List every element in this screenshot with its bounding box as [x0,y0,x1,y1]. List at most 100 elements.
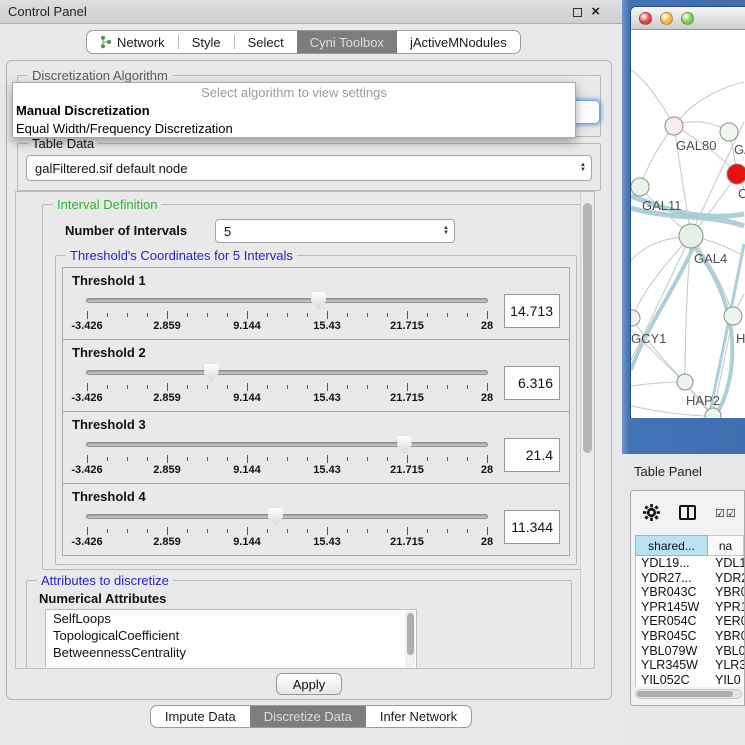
threshold-2-value[interactable]: 6.316 [504,366,560,400]
tab-style[interactable]: Style [179,31,234,53]
attributes-list-scrollbar[interactable] [405,611,415,669]
threshold-4-label: Threshold 4 [63,484,569,504]
tab-label: jActiveMNodules [410,35,507,50]
slider-ticks [87,455,487,463]
attributes-group: Attributes to discretize Numerical Attri… [26,580,572,669]
gear-icon[interactable] [643,504,660,526]
slider-tick-labels: -3.4262.8599.14415.4321.71528 [87,320,487,332]
cell-shared-name: YPR145W [636,600,709,615]
cell-name: YDR2 [709,571,744,586]
slider-ticks [87,527,487,535]
close-panel-icon[interactable]: × [591,7,600,17]
split-columns-icon[interactable] [679,505,696,520]
thresholds-group-title: Threshold's Coordinates for 5 Intervals [66,248,297,263]
threshold-3-value[interactable]: 21.4 [504,438,560,472]
cell-name: YLR3 [709,658,744,673]
cell-shared-name: YER054C [636,614,709,629]
network-canvas[interactable]: GAL80GAGAL11CGAL4GCY1HHAP2 [631,30,745,418]
table-row[interactable]: YDL19...YDL1 [636,556,744,571]
table-row[interactable]: YPR145WYPR1 [636,600,744,615]
combo-arrows-icon: ▲▼ [580,156,586,180]
network-node-gal80[interactable] [665,117,683,135]
network-node-c[interactable] [727,164,745,184]
attribute-item-betweennesscentrality[interactable]: BetweennessCentrality [46,644,416,661]
slider-thumb[interactable] [311,292,326,310]
right-panel: GAL80GAGAL11CGAL4GCY1HHAP2 Table Panel [622,0,745,745]
slider-track[interactable] [86,370,488,375]
slider-thumb[interactable] [204,364,219,382]
network-node-hap2[interactable] [677,374,693,390]
float-window-icon[interactable] [573,8,582,17]
checkbox-columns-icon[interactable]: ☑☑ [715,507,737,520]
network-window: GAL80GAGAL11CGAL4GCY1HHAP2 [630,6,745,418]
tab-select[interactable]: Select [235,31,297,53]
threshold-1-value[interactable]: 14.713 [504,294,560,328]
threshold-3-slider[interactable]: -3.4262.8599.14415.4321.71528 [86,433,488,477]
table-row[interactable]: YBR045CYBR0 [636,629,744,644]
tab-infer-network[interactable]: Infer Network [366,706,471,727]
number-of-intervals-value: 5 [224,224,231,239]
threshold-2-box: Threshold 2-3.4262.8599.14415.4321.71528… [62,339,570,412]
table-data-select[interactable]: galFiltered.sif default node ▲▼ [26,155,592,181]
table-data-select-value: galFiltered.sif default node [35,161,187,176]
table-row[interactable]: YBL079WYBL0 [636,644,744,659]
network-node-label: GA [734,142,745,157]
network-node-h[interactable] [724,307,742,325]
slider-thumb[interactable] [397,436,412,454]
network-node-gal11[interactable] [631,178,649,196]
minimize-traffic-light[interactable] [660,12,673,25]
tab-cyni-toolbox[interactable]: Cyni Toolbox [297,31,397,53]
settings-vertical-scrollbar[interactable] [580,193,593,667]
algorithm-option-manual-discretization[interactable]: Manual Discretization [13,102,575,120]
table-row[interactable]: YLR345WYLR3 [636,658,744,673]
threshold-4-value[interactable]: 11.344 [504,510,560,544]
tab-label: Select [248,35,284,50]
slider-tick-labels: -3.4262.8599.14415.4321.71528 [87,392,487,404]
column-header-na[interactable]: na [708,535,744,556]
bottom-tabbar-wrap: Impute DataDiscretize DataInfer Network [0,705,622,728]
network-node-label: H [736,331,745,346]
slider-thumb[interactable] [268,508,283,526]
threshold-2-slider[interactable]: -3.4262.8599.14415.4321.71528 [86,361,488,405]
attribute-item-topologicalcoefficient[interactable]: TopologicalCoefficient [46,627,416,644]
network-node-gal4[interactable] [679,224,703,248]
tab-jactivemnodules[interactable]: jActiveMNodules [397,31,520,53]
table-horizontal-scrollbar[interactable] [635,689,742,699]
settings-scroll-region: Interval Definition Number of Intervals … [15,191,595,669]
network-edge [631,70,674,126]
cell-shared-name: YIL052C [636,673,709,688]
network-window-titlebar[interactable] [631,7,745,30]
control-panel: Control Panel × NetworkStyle Select Cyni T… [0,0,622,745]
slider-track[interactable] [86,442,488,447]
control-panel-title: Control Panel [8,4,87,19]
tab-discretize-data[interactable]: Discretize Data [250,706,366,727]
table-row[interactable]: YIL052CYIL0 [636,673,744,688]
table-panel-title: Table Panel [634,464,702,479]
tab-network[interactable]: Network [87,31,178,53]
control-panel-titlebar: Control Panel × [0,0,622,24]
table-row[interactable]: YER054CYER0 [636,614,744,629]
node-table: shared...na YDL19...YDL1YDR27...YDR2YBR0… [635,535,744,687]
zoom-traffic-light[interactable] [681,12,694,25]
combo-arrows-icon: ▲▼ [443,220,449,242]
cell-shared-name: YBL079W [636,644,709,659]
attribute-item-selfloops[interactable]: SelfLoops [46,610,416,627]
network-node-label: GCY1 [631,331,666,346]
threshold-4-slider[interactable]: -3.4262.8599.14415.4321.71528 [86,505,488,549]
apply-button[interactable]: Apply [276,673,342,695]
algorithm-option-equal-width-frequency-discretization[interactable]: Equal Width/Frequency Discretization [13,120,575,138]
table-row[interactable]: YBR043CYBR0 [636,585,744,600]
slider-ticks [87,311,487,319]
column-header-shared[interactable]: shared... [635,535,708,556]
network-node-gcy1[interactable] [631,310,640,326]
algorithm-placeholder-option: Select algorithm to view settings [13,83,575,102]
table-row[interactable]: YDR27...YDR2 [636,571,744,586]
slider-track[interactable] [86,514,488,519]
close-traffic-light[interactable] [639,12,652,25]
number-of-intervals-select[interactable]: 5 ▲▼ [215,219,455,243]
tab-impute-data[interactable]: Impute Data [151,706,250,727]
cell-name: YBR0 [709,585,744,600]
slider-track[interactable] [86,298,488,303]
network-node-g[interactable] [720,123,738,141]
threshold-1-slider[interactable]: -3.4262.8599.14415.4321.71528 [86,289,488,333]
